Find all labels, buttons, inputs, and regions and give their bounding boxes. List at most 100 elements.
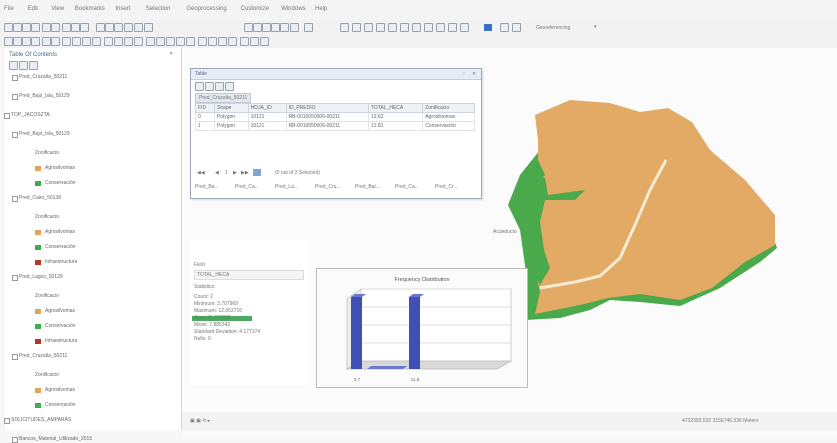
column-header[interactable]: FID: [195, 103, 215, 113]
toc-item-field[interactable]: Zonificacio: [35, 372, 59, 378]
table-tab[interactable]: Pred_La...: [275, 184, 298, 190]
legend-swatch[interactable]: [35, 403, 41, 408]
standard-tool-icon-17[interactable]: [262, 23, 271, 32]
standard-tool-icon-4[interactable]: [42, 23, 51, 32]
toc-item-group[interactable]: SOLICITUDES_AMPARAS: [11, 417, 71, 423]
menu-bookmarks[interactable]: Bookmarks: [75, 6, 105, 12]
layer-visibility-checkbox[interactable]: [4, 418, 10, 424]
standard-tool-icon-22[interactable]: [340, 23, 349, 32]
tools-tool-icon-6[interactable]: [62, 37, 71, 46]
tools-tool-icon-1[interactable]: [13, 37, 22, 46]
tools-tool-icon-2[interactable]: [22, 37, 31, 46]
tools-tool-icon-4[interactable]: [42, 37, 51, 46]
legend-swatch[interactable]: [35, 309, 41, 314]
layer-visibility-checkbox[interactable]: [12, 437, 18, 443]
standard-tool-icon-18[interactable]: [271, 23, 280, 32]
toc-item-legend[interactable]: Agrosilvomax: [45, 308, 75, 314]
layer-visibility-checkbox[interactable]: [12, 75, 18, 81]
list-by-source-icon[interactable]: [19, 61, 28, 70]
standard-tool-icon-15[interactable]: [244, 23, 253, 32]
legend-swatch[interactable]: [35, 339, 41, 344]
tools-tool-icon-17[interactable]: [176, 37, 185, 46]
tools-tool-icon-10[interactable]: [104, 37, 113, 46]
switch-selection-icon[interactable]: [225, 82, 234, 91]
standard-tool-icon-24[interactable]: [364, 23, 373, 32]
toc-item-legend[interactable]: Agrosilvomax: [45, 387, 75, 393]
menu-help[interactable]: Help: [315, 6, 327, 12]
layer-dropdown-icon[interactable]: [484, 24, 492, 31]
column-header[interactable]: ID_PREDIO: [285, 103, 369, 113]
current-record[interactable]: 1: [225, 170, 228, 176]
toc-item-legend[interactable]: Conservación: [45, 244, 76, 250]
close-icon[interactable]: ✕: [472, 71, 476, 77]
menu-insert[interactable]: Insert: [115, 6, 130, 12]
table-tab[interactable]: Pred_Cr...: [435, 184, 458, 190]
column-header[interactable]: TOTAL_HECA: [367, 103, 424, 113]
tools-tool-icon-11[interactable]: [114, 37, 123, 46]
standard-tool-icon-29[interactable]: [424, 23, 433, 32]
standard-tool-icon-2[interactable]: [22, 23, 31, 32]
toc-item-group[interactable]: TOP_JACOSZTA: [11, 112, 50, 118]
pin-icon[interactable]: ▫: [463, 71, 465, 77]
toc-item-legend[interactable]: Infraestructura: [45, 338, 77, 344]
table-row[interactable]: 1 Polygon 10121 RB-0010050006-00211 12.81 Con…: [195, 121, 475, 131]
table-tab-active[interactable]: Pred_Cruzalta_50211: [195, 93, 252, 103]
standard-tool-icon-30[interactable]: [436, 23, 445, 32]
tools-tool-icon-25[interactable]: [260, 37, 269, 46]
toc-item-legend[interactable]: Agrosilvomax: [45, 229, 75, 235]
standard-tool-icon-23[interactable]: [352, 23, 361, 32]
tools-tool-icon-19[interactable]: [198, 37, 207, 46]
layout-view-icons[interactable]: ▣ ▣ ⟲ ▸: [190, 418, 210, 424]
tools-tool-icon-15[interactable]: [156, 37, 165, 46]
table-tab[interactable]: Pred_Ba...: [195, 184, 219, 190]
menu-edit[interactable]: Edit: [28, 6, 38, 12]
menu-windows[interactable]: Windows: [281, 6, 305, 12]
layer-visibility-checkbox[interactable]: [12, 275, 18, 281]
menu-file[interactable]: File: [4, 6, 14, 12]
tools-tool-icon-20[interactable]: [208, 37, 217, 46]
legend-swatch[interactable]: [35, 230, 41, 235]
legend-swatch[interactable]: [35, 245, 41, 250]
standard-tool-icon-5[interactable]: [51, 23, 60, 32]
toc-item-legend[interactable]: Agrosilvomax: [45, 165, 75, 171]
tools-tool-icon-21[interactable]: [218, 37, 227, 46]
menu-geoprocessing[interactable]: Geoprocessing: [186, 6, 226, 12]
standard-tool-icon-0[interactable]: [4, 23, 13, 32]
standard-tool-icon-12[interactable]: [124, 23, 133, 32]
tools-tool-icon-8[interactable]: [82, 37, 91, 46]
toc-item-field[interactable]: Zonificacio: [35, 214, 59, 220]
table-row[interactable]: 0 Polygon 10121 RB-0010050006-00211 12.62 Agr…: [195, 112, 475, 122]
toc-item-layer[interactable]: Pred_Cruzalta_50211: [19, 74, 67, 80]
related-tables-icon[interactable]: [205, 82, 214, 91]
select-by-attributes-icon[interactable]: [215, 82, 224, 91]
show-all-records-icon[interactable]: [253, 169, 261, 176]
standard-tool-icon-7[interactable]: [71, 23, 80, 32]
layer-visibility-checkbox[interactable]: [12, 132, 18, 138]
tools-tool-icon-13[interactable]: [134, 37, 143, 46]
standard-tool-icon-1[interactable]: [13, 23, 22, 32]
layer-visibility-checkbox[interactable]: [12, 354, 18, 360]
standard-tool-icon-8[interactable]: [80, 23, 89, 32]
tools-tool-icon-24[interactable]: [250, 37, 259, 46]
tools-tool-icon-18[interactable]: [186, 37, 195, 46]
previous-record-icon[interactable]: ◀: [215, 170, 219, 176]
standard-tool-icon-14[interactable]: [144, 23, 153, 32]
legend-swatch[interactable]: [35, 388, 41, 393]
tools-tool-icon-7[interactable]: [72, 37, 81, 46]
tools-tool-icon-0[interactable]: [4, 37, 13, 46]
toc-item-layer[interactable]: Pred_Bajo_Isla_50129: [19, 93, 70, 99]
table-window-titlebar[interactable]: Table ▫ ✕: [191, 69, 481, 80]
toc-item-field[interactable]: Zonificacio: [35, 150, 59, 156]
table-tab[interactable]: Pred_Ca...: [395, 184, 419, 190]
standard-tool-icon-11[interactable]: [114, 23, 123, 32]
standard-tool-icon-16[interactable]: [253, 23, 262, 32]
standard-tool-icon-28[interactable]: [412, 23, 421, 32]
toc-item-legend[interactable]: Conservación: [45, 180, 76, 186]
legend-swatch[interactable]: [35, 166, 41, 171]
table-tab[interactable]: Pred_Ca...: [235, 184, 259, 190]
standard-tool-icon-9[interactable]: [96, 23, 105, 32]
menu-selection[interactable]: Selection: [146, 6, 171, 12]
standard-tool-icon-26[interactable]: [388, 23, 397, 32]
menu-view[interactable]: View: [51, 6, 64, 12]
toc-item-layer[interactable]: Pred_Bajo_Isla_50129: [19, 131, 70, 137]
